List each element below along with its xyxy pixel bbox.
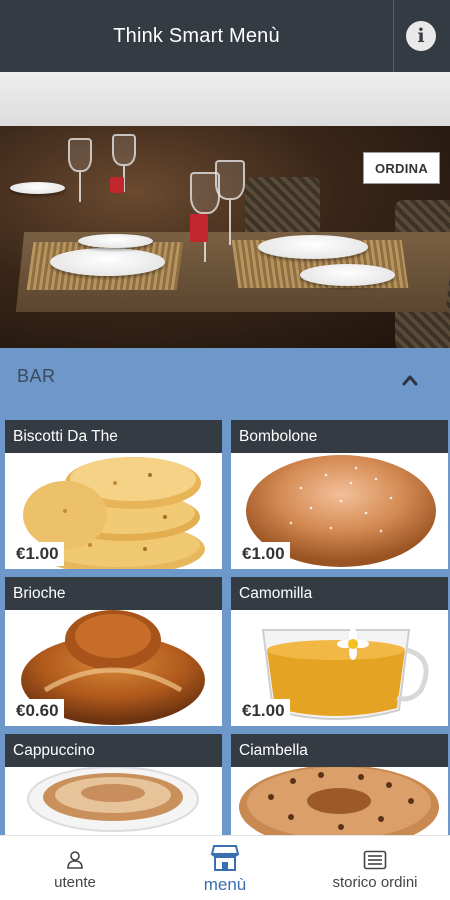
nav-label: utente: [54, 874, 96, 891]
product-name: Brioche: [5, 577, 222, 610]
app-header: Think Smart Menù i: [0, 0, 450, 72]
product-card-cappuccino[interactable]: Cappuccino: [5, 734, 222, 835]
nav-label: menù: [203, 875, 247, 894]
hero-sky: [0, 72, 450, 126]
product-name: Ciambella: [231, 734, 448, 767]
category-header[interactable]: BAR: [0, 348, 450, 408]
product-price: €1.00: [11, 542, 64, 566]
user-icon: [65, 850, 85, 870]
store-icon: [210, 844, 240, 872]
product-name: Biscotti Da The: [5, 420, 222, 453]
hero-plate: [258, 235, 368, 259]
hero-plate: [78, 234, 153, 248]
product-price: €1.00: [237, 542, 290, 566]
hero-plate: [300, 264, 395, 286]
app-title: Think Smart Menù: [113, 24, 280, 47]
hero-glass: [68, 138, 92, 172]
nav-item-utente[interactable]: utente: [30, 836, 120, 900]
product-name: Cappuccino: [5, 734, 222, 767]
product-card-bombolone[interactable]: Bombolone €1.00: [231, 420, 448, 569]
product-image: [5, 767, 222, 835]
product-name: Camomilla: [231, 577, 448, 610]
category-title: BAR: [17, 366, 56, 386]
product-card-camomilla[interactable]: Camomilla €1.00: [231, 577, 448, 726]
chevron-up-icon[interactable]: [398, 368, 422, 392]
product-card-brioche[interactable]: Brioche €0.60: [5, 577, 222, 726]
info-icon[interactable]: i: [406, 21, 436, 51]
product-image: [231, 767, 448, 835]
list-icon: [363, 850, 387, 870]
header-divider: [393, 0, 394, 72]
product-card-ciambella[interactable]: Ciambella: [231, 734, 448, 835]
hero-plate: [50, 248, 165, 276]
category-section: BAR Biscotti Da The €1.00 Bombolone €1.0…: [0, 348, 450, 835]
hero-restaurant-image: ORDINA: [0, 72, 450, 348]
hero-glass: [112, 134, 136, 166]
bottom-navigation: utente menù storico ordini: [0, 835, 450, 900]
hero-glass-stem: [79, 172, 81, 202]
product-price: €1.00: [237, 699, 290, 723]
hero-glass: [215, 160, 245, 200]
hero-plate: [10, 182, 65, 194]
hero-napkin: [190, 214, 208, 242]
hero-glass-stem: [229, 200, 231, 245]
nav-item-storico-ordini[interactable]: storico ordini: [315, 836, 435, 900]
nav-item-menu[interactable]: menù: [180, 836, 270, 900]
product-card-biscotti[interactable]: Biscotti Da The €1.00: [5, 420, 222, 569]
nav-label: storico ordini: [332, 874, 418, 891]
product-name: Bombolone: [231, 420, 448, 453]
hero-napkin: [110, 177, 124, 193]
order-button[interactable]: ORDINA: [363, 152, 440, 184]
product-price: €0.60: [11, 699, 64, 723]
